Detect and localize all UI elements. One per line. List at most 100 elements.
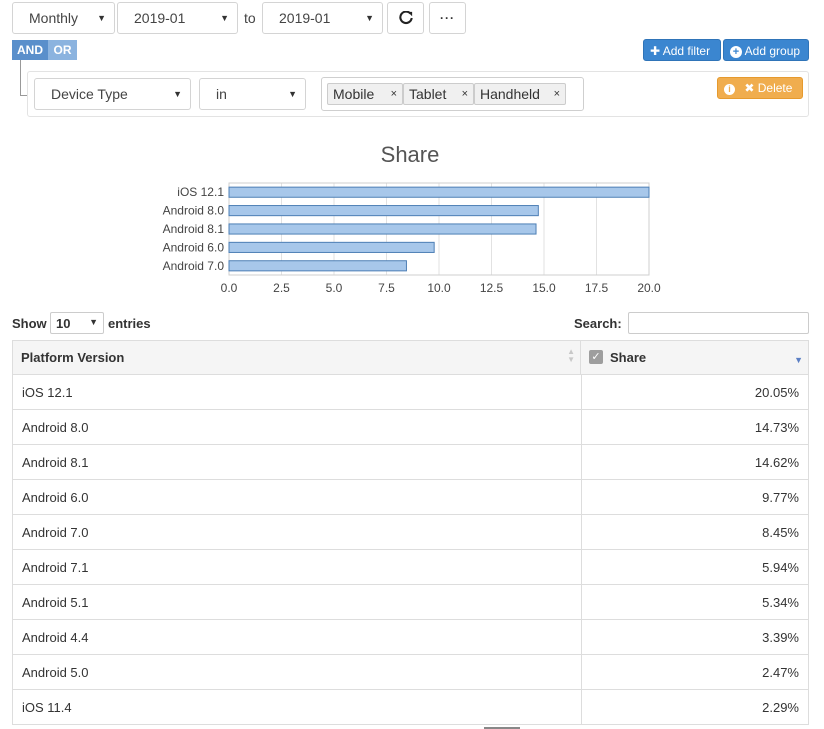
cell-divider [581, 375, 582, 410]
x-tick-label: 12.5 [480, 281, 504, 295]
filter-tag-tablet[interactable]: Tablet × [403, 83, 474, 105]
from-date-value: 2019-01 [134, 10, 186, 26]
search-label: Search: [574, 316, 622, 331]
checkbox-icon[interactable]: ✓ [589, 350, 603, 364]
from-date-select[interactable]: 2019-01 ▼ [117, 2, 238, 34]
refresh-button[interactable] [387, 2, 424, 34]
x-tick-label: 0.0 [221, 281, 238, 295]
x-tick-label: 17.5 [585, 281, 609, 295]
table-row[interactable]: iOS 11.4 2.29% [12, 690, 809, 725]
share-cell: 2.29% [762, 700, 799, 715]
delete-button[interactable]: i ✖ Delete [717, 77, 803, 99]
share-cell: 5.94% [762, 560, 799, 575]
x-tick-label: 10.0 [427, 281, 451, 295]
share-cell: 8.45% [762, 525, 799, 540]
info-icon: i [724, 84, 735, 95]
x-tick-label: 2.5 [273, 281, 290, 295]
platform-cell: Android 6.0 [22, 490, 89, 505]
sort-desc-icon: ▼ [794, 355, 803, 365]
ellipsis-icon: ··· [440, 11, 455, 25]
x-tick-label: 7.5 [378, 281, 395, 295]
share-cell: 20.05% [754, 385, 799, 400]
cell-divider [581, 480, 582, 515]
close-icon: ✖ [744, 81, 755, 95]
table-row[interactable]: Android 6.0 9.77% [12, 480, 809, 515]
add-group-button[interactable]: + Add group [723, 39, 809, 61]
filter-field-value: Device Type [51, 86, 128, 102]
table-row[interactable]: Android 7.0 8.45% [12, 515, 809, 550]
bar [228, 205, 539, 217]
platform-cell: Android 5.0 [22, 665, 89, 680]
share-cell: 14.73% [754, 420, 799, 435]
add-filter-button[interactable]: ✚ Add filter [643, 39, 721, 61]
share-cell: 5.34% [762, 595, 799, 610]
cell-divider [581, 550, 582, 585]
remove-tag-icon[interactable]: × [391, 84, 397, 104]
share-cell: 14.62% [754, 455, 799, 470]
platform-cell: Android 7.1 [22, 560, 89, 575]
column-header-share[interactable]: ✓ Share ▼ [581, 340, 809, 375]
remove-tag-icon[interactable]: × [462, 84, 468, 104]
page-size-value: 10 [56, 316, 71, 331]
y-category-label: Android 8.1 [163, 222, 225, 236]
platform-cell: Android 4.4 [22, 630, 89, 645]
page-size-select[interactable]: 10 ▼ [50, 312, 104, 334]
show-label: Show [12, 316, 47, 331]
plus-icon: ✚ [650, 44, 661, 58]
table-row[interactable]: Android 8.1 14.62% [12, 445, 809, 480]
cell-divider [581, 585, 582, 620]
share-cell: 2.47% [762, 665, 799, 680]
share-cell: 3.39% [762, 630, 799, 645]
cell-divider [581, 410, 582, 445]
table-row[interactable]: Android 4.4 3.39% [12, 620, 809, 655]
and-toggle[interactable]: AND [12, 40, 48, 60]
platform-cell: Android 5.1 [22, 595, 89, 610]
filter-operator-select[interactable]: in ▼ [199, 78, 306, 110]
chevron-down-icon: ▼ [288, 89, 297, 99]
or-toggle[interactable]: OR [48, 40, 77, 60]
cell-divider [581, 515, 582, 550]
period-select[interactable]: Monthly ▼ [12, 2, 115, 34]
y-category-label: Android 7.0 [163, 259, 225, 273]
table-row[interactable]: Android 8.0 14.73% [12, 410, 809, 445]
to-date-select[interactable]: 2019-01 ▼ [262, 2, 383, 34]
platform-cell: iOS 11.4 [22, 700, 72, 715]
y-category-label: iOS 12.1 [177, 185, 224, 199]
filter-tag-handheld[interactable]: Handheld × [474, 83, 566, 105]
chevron-down-icon: ▼ [173, 89, 182, 99]
filter-operator-value: in [216, 86, 227, 102]
filter-field-select[interactable]: Device Type ▼ [34, 78, 191, 110]
filter-tag-mobile[interactable]: Mobile × [327, 83, 403, 105]
x-tick-label: 20.0 [637, 281, 661, 295]
table-row[interactable]: Android 7.1 5.94% [12, 550, 809, 585]
chart-title: Share [381, 142, 440, 167]
column-header-platform[interactable]: Platform Version ▲ ▼ [12, 340, 581, 375]
x-tick-label: 5.0 [326, 281, 343, 295]
bar [228, 241, 435, 253]
x-tick-label: 15.0 [532, 281, 556, 295]
sort-icon: ▲ ▼ [567, 347, 575, 364]
chevron-down-icon: ▼ [89, 317, 98, 327]
cell-divider [581, 445, 582, 480]
platform-cell: iOS 12.1 [22, 385, 73, 400]
cell-divider [581, 655, 582, 690]
y-category-label: Android 6.0 [163, 240, 225, 254]
platform-cell: Android 7.0 [22, 525, 89, 540]
search-input[interactable] [628, 312, 809, 334]
bar [228, 260, 407, 272]
table-row[interactable]: iOS 12.1 20.05% [12, 375, 809, 410]
chevron-down-icon: ▼ [97, 13, 106, 23]
to-date-value: 2019-01 [279, 10, 331, 26]
table-row[interactable]: Android 5.1 5.34% [12, 585, 809, 620]
y-category-label: Android 8.0 [163, 204, 225, 218]
table-row[interactable]: Android 5.0 2.47% [12, 655, 809, 690]
remove-tag-icon[interactable]: × [554, 84, 560, 104]
cell-divider [581, 690, 582, 725]
cell-divider [581, 620, 582, 655]
more-options-button[interactable]: ··· [429, 2, 466, 34]
entries-label: entries [108, 316, 151, 331]
chevron-down-icon: ▼ [220, 13, 229, 23]
plus-circle-icon: + [730, 46, 742, 58]
period-value: Monthly [29, 10, 79, 26]
bar [228, 186, 650, 198]
